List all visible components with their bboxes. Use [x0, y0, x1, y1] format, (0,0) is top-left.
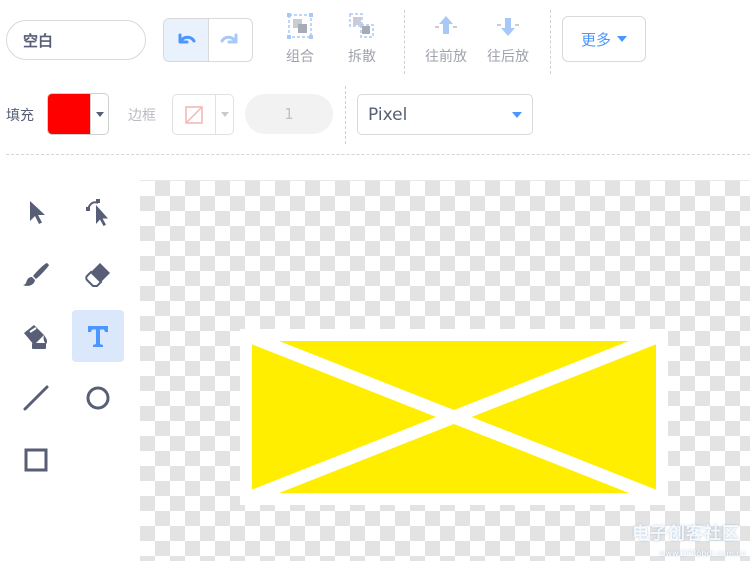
- toolbar-separator: [345, 86, 346, 144]
- watermark-text: 电子创客社区: [632, 524, 740, 544]
- font-dropdown[interactable]: Pixel: [357, 94, 533, 135]
- eraser-icon: [85, 263, 110, 287]
- backward-label: 往后放: [487, 49, 529, 65]
- line-icon: [23, 385, 49, 411]
- text-tool[interactable]: [72, 310, 124, 362]
- reshape-tool[interactable]: [72, 186, 124, 238]
- undo-redo-group: [163, 18, 253, 62]
- chevron-down-icon: [617, 36, 627, 42]
- group-button[interactable]: 组合: [270, 12, 330, 70]
- group-icon: [287, 13, 313, 39]
- text-icon: [88, 326, 108, 347]
- font-dropdown-value: Pixel: [368, 104, 408, 125]
- backward-button[interactable]: 往后放: [478, 12, 538, 70]
- ungroup-button[interactable]: 拆散: [332, 12, 392, 70]
- redo-button[interactable]: [209, 19, 253, 61]
- brush-tool[interactable]: [10, 248, 62, 300]
- select-tool[interactable]: [10, 186, 62, 238]
- cursor-icon: [30, 201, 45, 224]
- fill-color-picker[interactable]: [47, 93, 109, 135]
- no-color-icon: [185, 105, 203, 124]
- toolbar-separator: [550, 10, 551, 74]
- reshape-icon: [86, 199, 108, 226]
- redo-icon: [220, 33, 238, 44]
- yellow-rectangle-shape[interactable]: [240, 329, 668, 505]
- paint-canvas[interactable]: 电子创客社区 www.DFRobot.com.cn: [140, 180, 750, 561]
- line-tool[interactable]: [10, 372, 62, 424]
- arrow-down-icon: [497, 18, 519, 36]
- ungroup-label: 拆散: [348, 49, 376, 65]
- chevron-down-icon: [512, 111, 522, 118]
- costume-name-value: 空白: [23, 31, 54, 50]
- eraser-tool[interactable]: [72, 248, 124, 300]
- fill-label: 填充: [6, 108, 34, 124]
- forward-label: 往前放: [425, 49, 467, 65]
- group-label: 组合: [286, 49, 314, 65]
- fill-color-swatch: [48, 94, 90, 134]
- fill-dropdown-arrow[interactable]: [90, 94, 108, 134]
- rectangle-icon: [24, 448, 48, 472]
- brush-icon: [23, 263, 49, 286]
- outline-dropdown-arrow[interactable]: [215, 95, 233, 134]
- undo-icon: [178, 33, 196, 44]
- outline-color-swatch: [173, 95, 215, 134]
- toolbar-divider: [6, 154, 750, 155]
- fill-tool[interactable]: [10, 310, 62, 362]
- costume-name-input[interactable]: 空白: [6, 20, 146, 60]
- circle-icon: [86, 386, 110, 410]
- arrow-up-icon: [435, 16, 457, 34]
- rectangle-tool[interactable]: [10, 434, 62, 486]
- circle-tool[interactable]: [72, 372, 124, 424]
- paint-bucket-icon: [24, 325, 48, 349]
- ungroup-icon: [349, 13, 374, 38]
- outline-width-value: 1: [284, 105, 294, 123]
- more-button[interactable]: 更多: [562, 16, 646, 62]
- more-label: 更多: [580, 30, 611, 49]
- watermark-url: www.DFRobot.com.cn: [658, 549, 746, 558]
- watermark: 电子创客社区: [632, 519, 740, 544]
- outline-width-input[interactable]: 1: [245, 94, 333, 134]
- undo-button[interactable]: [164, 19, 209, 61]
- chevron-down-icon: [220, 112, 229, 117]
- paint-editor: 空白 组合 拆散 往前放 往后放 更多 填充 边框 1 Pixel 电子创客社区…: [0, 0, 750, 561]
- chevron-down-icon: [95, 111, 104, 117]
- outline-color-picker[interactable]: [172, 94, 234, 135]
- toolbar-separator: [404, 10, 405, 74]
- outline-label: 边框: [128, 108, 156, 124]
- forward-button[interactable]: 往前放: [416, 12, 476, 70]
